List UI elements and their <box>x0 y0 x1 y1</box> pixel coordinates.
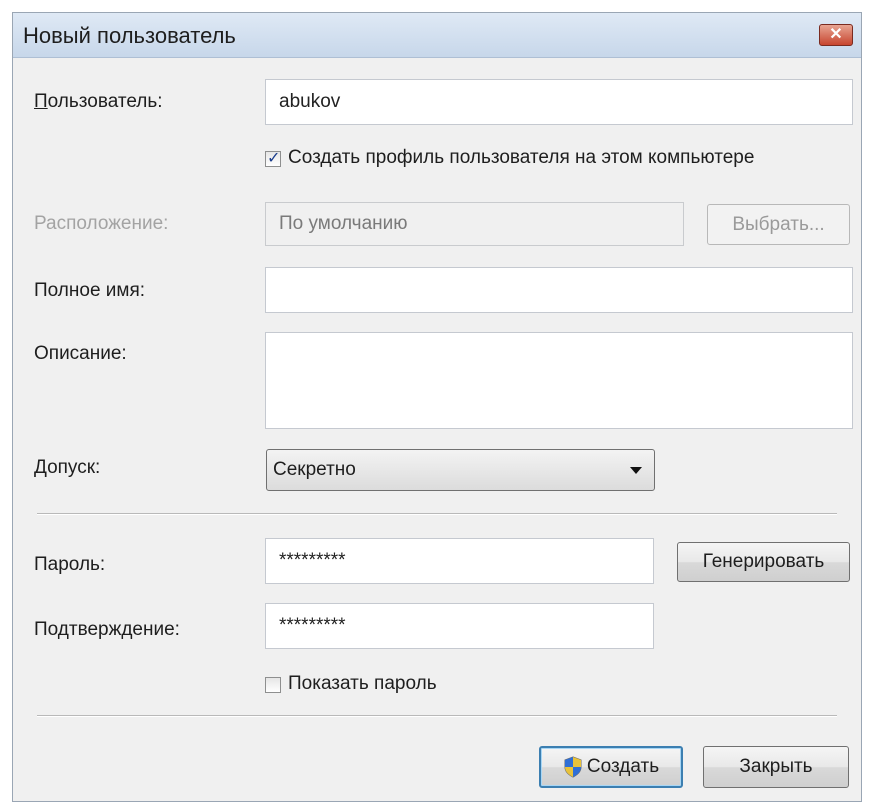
user-input[interactable]: abukov <box>265 79 853 125</box>
confirm-label: Подтверждение: <box>34 619 180 640</box>
separator-bottom <box>37 715 837 717</box>
new-user-dialog: Новый пользователь ✕ Пользователь: abuko… <box>12 12 862 802</box>
description-label: Описание: <box>34 343 127 364</box>
create-button[interactable]: Создать <box>539 746 683 788</box>
description-textarea[interactable] <box>265 332 853 429</box>
fullname-input[interactable] <box>265 267 853 313</box>
clearance-select[interactable]: Секретно <box>266 449 655 491</box>
create-button-label: Создать <box>586 756 660 777</box>
user-label: Пользователь: <box>34 91 163 113</box>
show-password-checkbox[interactable] <box>265 677 281 693</box>
chevron-down-icon <box>630 467 642 474</box>
generate-button[interactable]: Генерировать <box>677 542 850 582</box>
close-window-button[interactable]: ✕ <box>819 24 853 46</box>
window-title: Новый пользователь <box>23 23 236 48</box>
location-input: По умолчанию <box>265 202 684 246</box>
close-button[interactable]: Закрыть <box>703 746 849 788</box>
close-icon: ✕ <box>829 26 843 43</box>
clearance-select-value: Секретно <box>273 459 356 480</box>
location-input-value: По умолчанию <box>279 213 408 234</box>
password-input[interactable]: ********* <box>265 538 654 584</box>
browse-button[interactable]: Выбрать... <box>707 204 850 245</box>
password-input-value: ********* <box>279 550 346 571</box>
uac-shield-icon <box>563 756 583 778</box>
separator-top <box>37 513 837 515</box>
confirm-input[interactable]: ********* <box>265 603 654 649</box>
password-label: Пароль: <box>34 554 106 575</box>
show-password-label[interactable]: Показать пароль <box>288 673 437 695</box>
location-label: Расположение: <box>34 213 169 234</box>
user-input-value: abukov <box>279 91 341 112</box>
user-label-hotkey: П <box>34 91 48 112</box>
clearance-label: Допуск: <box>34 457 101 478</box>
fullname-label: Полное имя: <box>34 280 146 301</box>
user-label-text: ользователь: <box>47 91 163 112</box>
title-bar[interactable]: Новый пользователь ✕ <box>13 13 861 58</box>
confirm-input-value: ********* <box>279 615 346 636</box>
create-profile-checkbox[interactable] <box>265 148 281 167</box>
create-profile-label[interactable]: Создать профиль пользователя на этом ком… <box>288 147 754 169</box>
